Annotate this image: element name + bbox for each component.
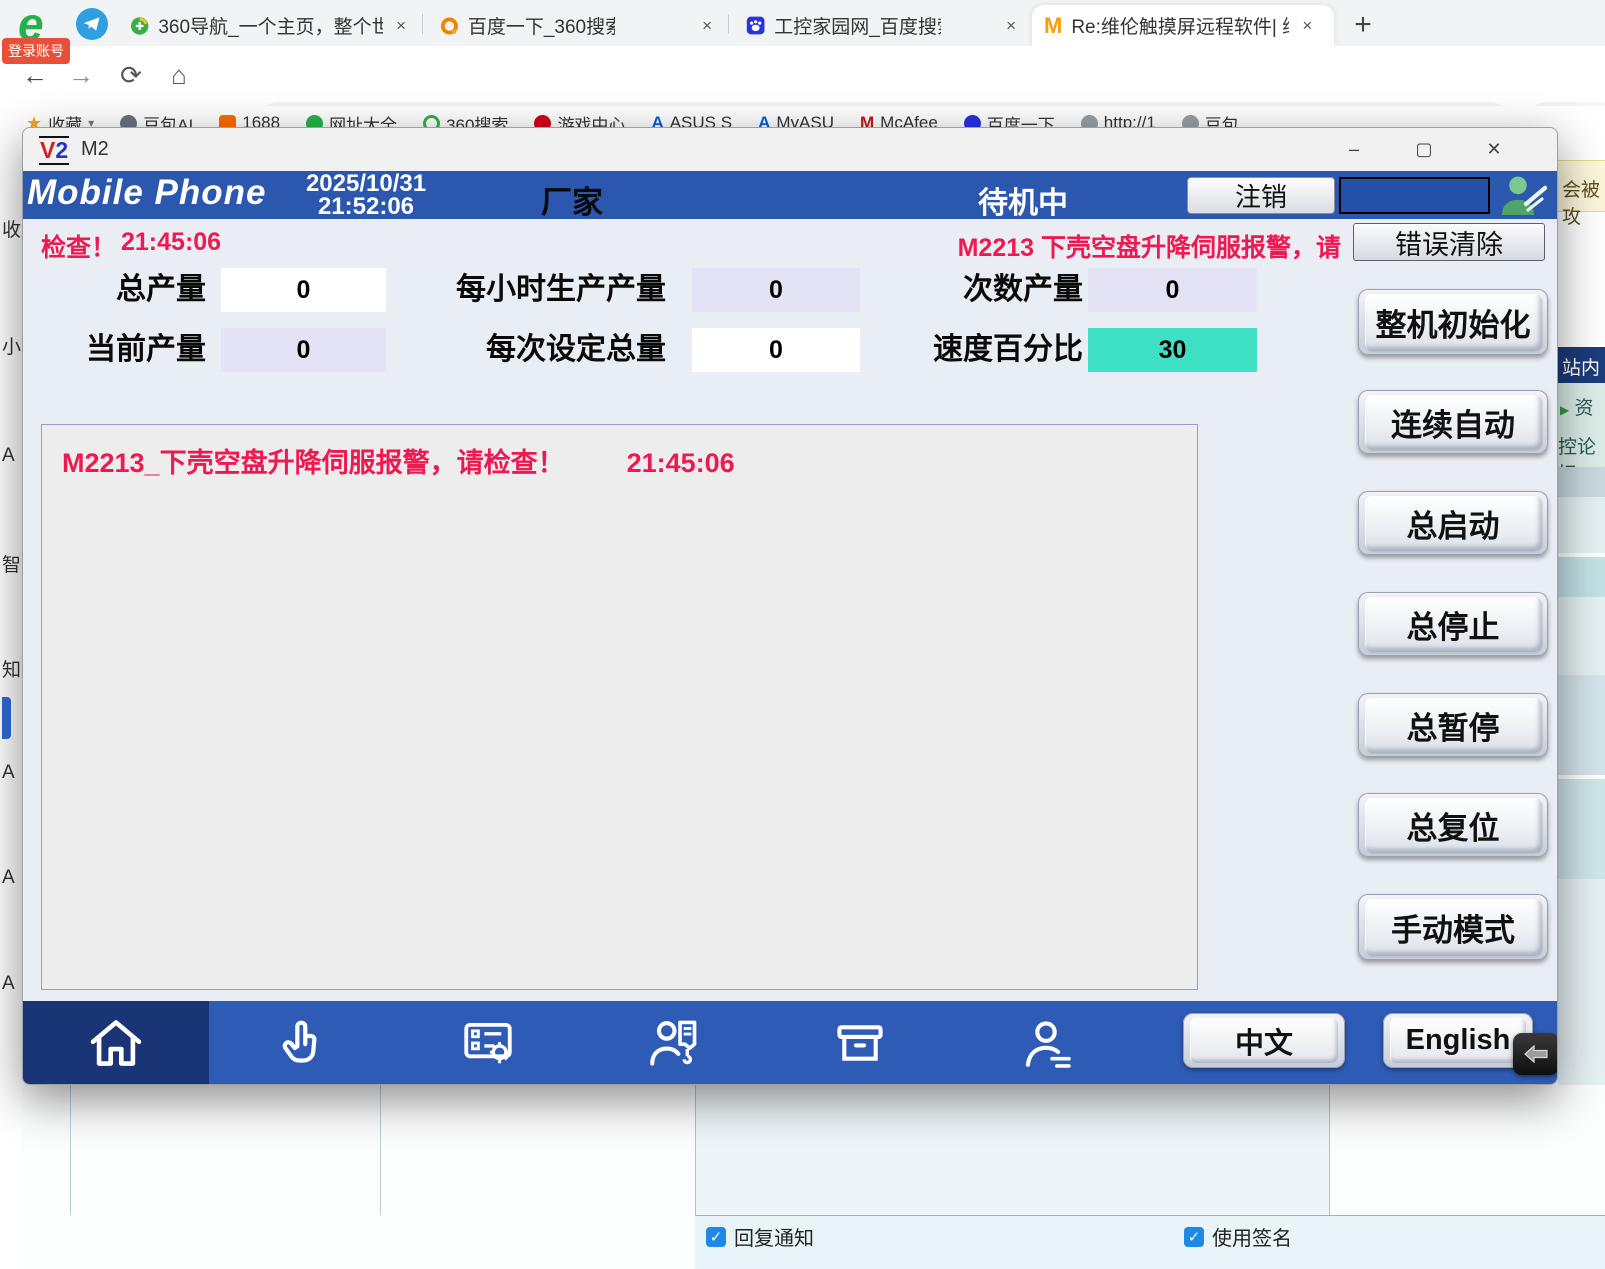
operator-record-icon	[645, 1014, 703, 1072]
lang-english-button[interactable]: English	[1383, 1013, 1533, 1068]
reload-icon[interactable]: ⟳	[114, 60, 148, 90]
page-bottom-area: ✓ 回复通知 ✓ 使用签名	[22, 1085, 1605, 1269]
security-warning-strip: 会被攻	[1558, 160, 1605, 212]
machine-init-button[interactable]: 整机初始化	[1358, 289, 1548, 355]
nav-manual-tab[interactable]	[209, 1001, 395, 1084]
editor-panel	[695, 1085, 1330, 1215]
tab-close-icon[interactable]: ×	[1006, 16, 1016, 36]
hmi-nav-bar: 中文 English	[23, 1001, 1557, 1084]
total-output-value[interactable]: 0	[221, 268, 386, 312]
alarm-message-panel: M2213_下壳空盘升降伺服报警，请检查！ 21:45:06	[41, 424, 1198, 990]
nav-settings-tab[interactable]	[395, 1001, 581, 1084]
manual-mode-button[interactable]: 手动模式	[1358, 894, 1548, 960]
back-icon[interactable]: ←	[18, 60, 52, 90]
selected-item-marker	[2, 697, 11, 739]
master-stop-button[interactable]: 总停止	[1358, 592, 1548, 656]
vendor-label[interactable]: 厂家	[541, 177, 603, 222]
back-arrow-icon	[1521, 1042, 1551, 1066]
forum-m-icon: M	[1044, 13, 1062, 39]
alert-message: M2213 下壳空盘升降伺服报警，请	[958, 228, 1341, 264]
tab-close-icon[interactable]: ×	[1302, 16, 1312, 36]
alert-check-label: 检查！	[41, 228, 116, 264]
nav-tray-tab[interactable]	[767, 1001, 953, 1084]
login-account-badge[interactable]: 登录账号	[2, 38, 70, 64]
baidu-paw-icon	[746, 15, 765, 36]
hand-pointer-icon	[274, 1015, 330, 1071]
continuous-auto-button[interactable]: 连续自动	[1358, 390, 1548, 454]
checkbox-checked-icon: ✓	[1184, 1227, 1204, 1247]
user-profile-icon	[1017, 1014, 1075, 1072]
minimize-button[interactable]: –	[1331, 128, 1377, 171]
home-icon	[87, 1014, 145, 1072]
tab-separator	[728, 14, 729, 34]
options-row	[695, 1216, 1605, 1269]
total-output-label: 总产量	[23, 268, 206, 312]
brand-title: Mobile Phone	[27, 173, 267, 213]
tab-close-icon[interactable]: ×	[702, 16, 712, 36]
maximize-button[interactable]: ▢	[1401, 128, 1447, 171]
tray-box-icon	[831, 1014, 889, 1072]
current-output-label: 当前产量	[23, 328, 206, 372]
cycle-output-label: 次数产量	[903, 268, 1083, 312]
user-field-box[interactable]	[1339, 177, 1490, 214]
hmi-remote-window: V2 M2 – ▢ ✕ Mobile Phone 2025/10/3121:52…	[22, 127, 1558, 1085]
paper-plane-icon	[82, 14, 102, 34]
browser-toolbar: ← → ⟳ ⌂ AI ymmfa.com / Re:维伦触摸屏远程软件| 综合讨…	[0, 46, 1605, 106]
360-nav-icon	[130, 16, 149, 36]
tab-baidu-search[interactable]: 工控家园网_百度搜索 ×	[734, 5, 1028, 46]
forum-links: ▶ 资 控论坛	[1558, 383, 1605, 467]
hourly-output-value[interactable]: 0	[692, 268, 860, 312]
arrow-bullet-icon: ▶	[1560, 403, 1569, 417]
window-titlebar[interactable]: V2 M2 – ▢ ✕	[23, 128, 1557, 171]
page-left-edge: 收 小 A 智 知 A A A	[0, 127, 22, 1057]
reply-notice-checkbox[interactable]: ✓ 回复通知	[706, 1222, 814, 1251]
machine-status: 待机中	[953, 178, 1093, 222]
error-clear-button[interactable]: 错误清除	[1353, 223, 1545, 261]
master-reset-button[interactable]: 总复位	[1358, 793, 1548, 857]
alarm-time: 21:45:06	[627, 448, 735, 478]
close-button[interactable]: ✕	[1471, 128, 1517, 171]
batch-total-value[interactable]: 0	[692, 328, 860, 372]
telegram-icon[interactable]	[76, 8, 108, 40]
tab-forum-active[interactable]: M Re:维伦触摸屏远程软件| 综合 ×	[1032, 5, 1334, 46]
parameter-settings-icon	[459, 1014, 517, 1072]
home-icon[interactable]: ⌂	[162, 60, 196, 90]
forum-panel-header: 站内短	[1558, 347, 1605, 383]
use-signature-checkbox[interactable]: ✓ 使用签名	[1184, 1222, 1292, 1251]
speed-percent-value[interactable]: 30	[1088, 328, 1257, 372]
speed-percent-label: 速度百分比	[903, 328, 1083, 372]
360-search-icon	[440, 16, 459, 36]
new-tab-button[interactable]: +	[1345, 8, 1381, 42]
hourly-output-label: 每小时生产产量	[426, 268, 666, 312]
current-output-value[interactable]: 0	[221, 328, 386, 372]
nav-operator-tab[interactable]	[581, 1001, 767, 1084]
batch-total-label: 每次设定总量	[426, 328, 666, 372]
checkbox-checked-icon: ✓	[706, 1227, 726, 1247]
tab-360-search[interactable]: 百度一下_360搜索 ×	[428, 5, 724, 46]
remote-back-overlay-button[interactable]	[1513, 1033, 1558, 1075]
user-signature-icon[interactable]	[1494, 173, 1554, 217]
alert-time: 21:45:06	[121, 228, 221, 257]
master-start-button[interactable]: 总启动	[1358, 491, 1548, 555]
tab-close-icon[interactable]: ×	[396, 16, 406, 36]
master-pause-button[interactable]: 总暂停	[1358, 693, 1548, 757]
window-title: M2	[81, 138, 109, 161]
nav-home-tab[interactable]	[23, 1001, 209, 1084]
datetime-display: 2025/10/3121:52:06	[291, 172, 441, 218]
alert-status-bar: 检查！ 21:45:06 M2213 下壳空盘升降伺服报警，请	[23, 219, 1557, 263]
logout-button[interactable]: 注销	[1187, 177, 1335, 214]
nav-profile-tab[interactable]	[953, 1001, 1139, 1084]
tab-360-nav[interactable]: 360导航_一个主页，整个世 ×	[118, 5, 418, 46]
v2-logo-icon: V2	[39, 136, 69, 165]
forward-icon[interactable]: →	[64, 60, 98, 90]
alarm-message: M2213_下壳空盘升降伺服报警，请检查！	[62, 448, 565, 478]
tab-separator	[422, 14, 423, 34]
lang-chinese-button[interactable]: 中文	[1183, 1013, 1345, 1068]
browser-tab-bar: e 360导航_一个主页，整个世 × 百度一下_360搜索 × 工控家园网_百度…	[0, 0, 1605, 46]
hmi-header: Mobile Phone 2025/10/3121:52:06 厂家 待机中 注…	[23, 171, 1557, 219]
cycle-output-value[interactable]: 0	[1088, 268, 1257, 312]
